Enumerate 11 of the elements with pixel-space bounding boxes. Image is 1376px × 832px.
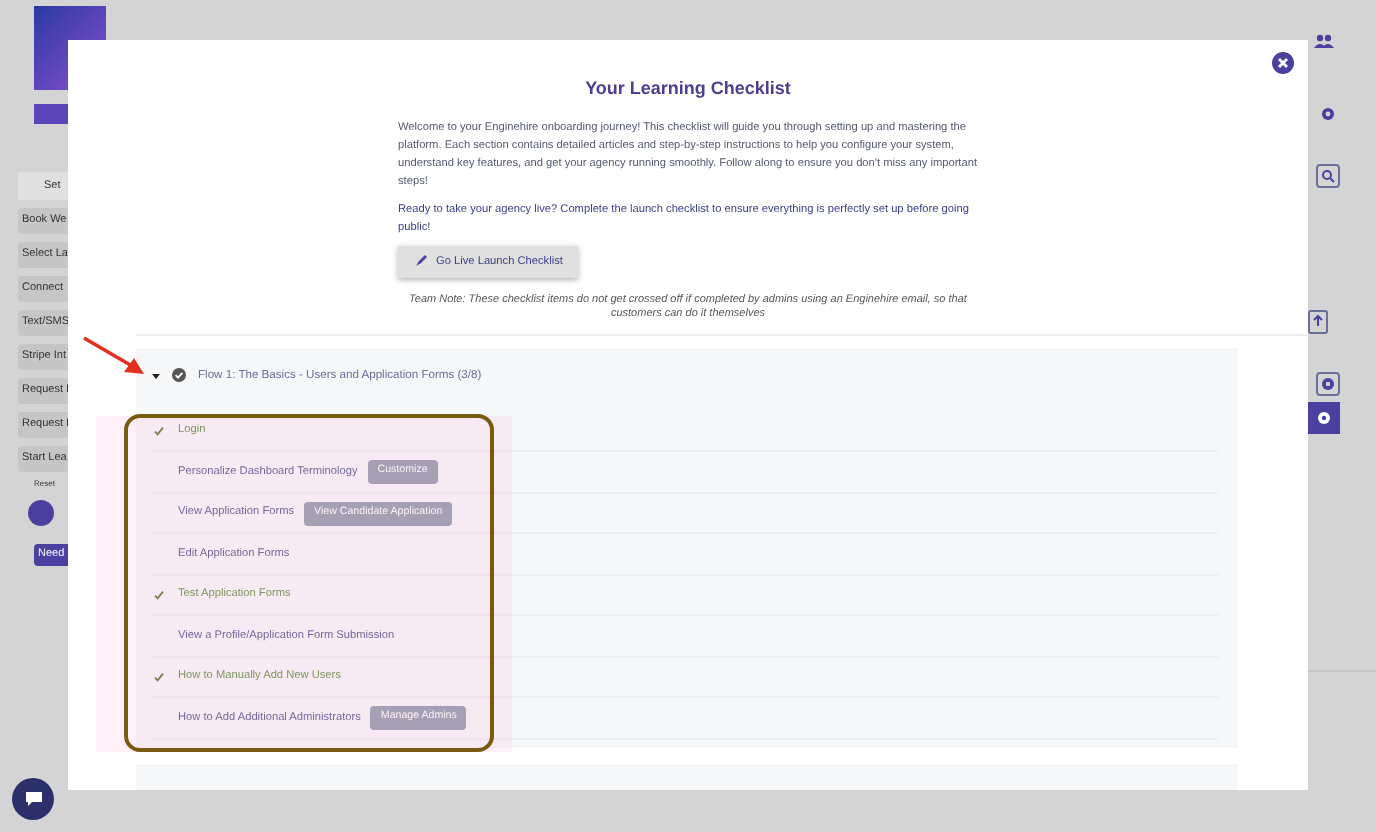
modal-title: Your Learning Checklist bbox=[583, 76, 793, 102]
check-circle-icon bbox=[172, 368, 186, 383]
user-avatar[interactable] bbox=[28, 500, 54, 526]
chat-button[interactable] bbox=[12, 778, 54, 820]
annotation-arrow bbox=[80, 334, 148, 378]
upload-icon[interactable] bbox=[1308, 310, 1328, 334]
search-icon[interactable] bbox=[1316, 164, 1340, 188]
people-icon[interactable] bbox=[1314, 34, 1334, 50]
caret-icon[interactable] bbox=[152, 371, 160, 380]
close-icon[interactable] bbox=[1272, 52, 1294, 74]
speech-bubble-icon bbox=[23, 790, 43, 808]
